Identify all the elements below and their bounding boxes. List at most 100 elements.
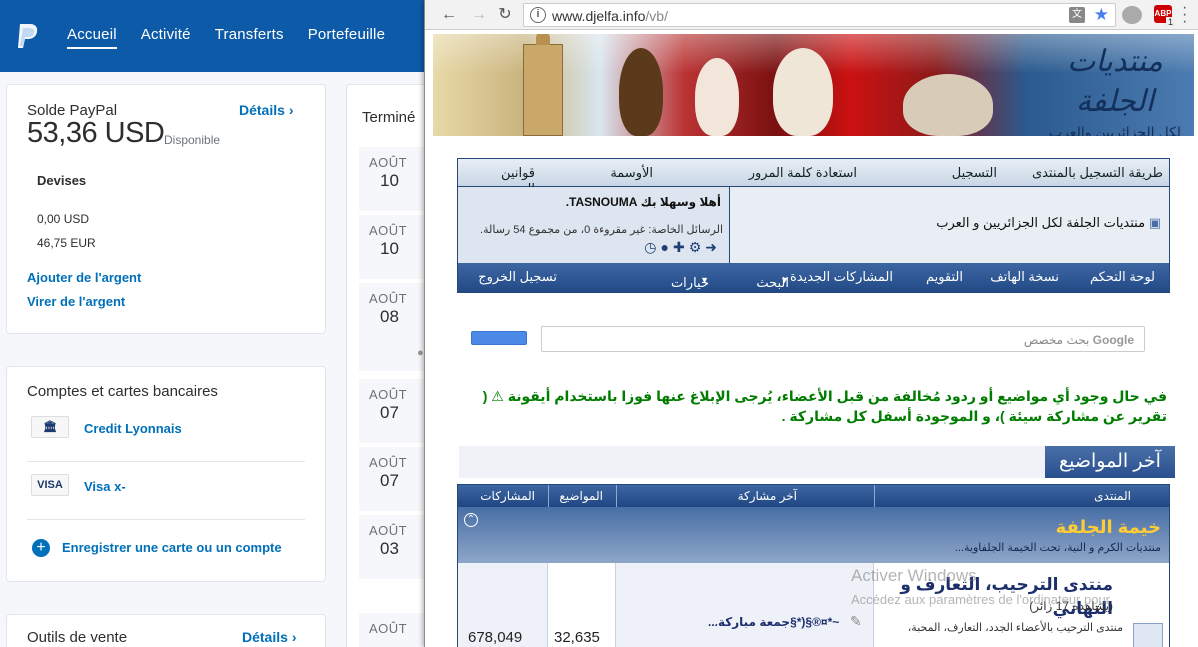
- reload-icon[interactable]: ↻: [495, 5, 515, 25]
- tx-month: AOÛT: [369, 387, 408, 402]
- tx-month: AOÛT: [369, 223, 408, 238]
- divider: [548, 485, 549, 507]
- banner-people-image: [903, 74, 993, 136]
- transactions-title: Terminé: [362, 109, 416, 126]
- category-title[interactable]: خيمة الجلفة: [1056, 517, 1161, 538]
- nav-medals[interactable]: الأوسمة: [610, 165, 653, 181]
- nav-recover-password[interactable]: استعادة كلمة المرور: [749, 165, 857, 181]
- info-icon[interactable]: i: [530, 7, 546, 23]
- bank-icon: 🏛: [31, 416, 69, 438]
- menu-kebab-icon[interactable]: · · ·: [1182, 0, 1187, 30]
- google-search-input[interactable]: Google بحث مخصص: [541, 326, 1145, 352]
- nav-activite[interactable]: Activité: [129, 0, 203, 72]
- activation-watermark-sub: Accédez aux paramètres de l'ordinateur p…: [851, 592, 1111, 607]
- paypal-nav: Accueil Activité Transferts Portefeuille: [55, 0, 397, 72]
- balance-amount: 53,36 USD: [27, 117, 165, 149]
- nav-registration-guide[interactable]: طريقة التسجيل بالمنتدى: [1032, 165, 1163, 181]
- balance-card: Solde PayPal Détails › 53,36 USD Disponi…: [6, 84, 326, 334]
- translate-icon[interactable]: 文: [1069, 7, 1085, 23]
- nav-control-panel[interactable]: لوحة التحكم: [1090, 269, 1155, 285]
- tx-month: AOÛT: [369, 523, 408, 538]
- caret-down-icon: ▼: [700, 275, 709, 285]
- nav-transferts[interactable]: Transferts: [203, 0, 296, 72]
- address-bar[interactable]: i www.djelfa.info/vb/ 文 ★: [523, 3, 1116, 27]
- nav-register[interactable]: التسجيل: [952, 165, 997, 181]
- nav-portefeuille[interactable]: Portefeuille: [296, 0, 397, 72]
- user-action-icons: ◷●✚⚙➜: [644, 239, 721, 256]
- category-subtitle: منتديات الكرم و النية، تحت الخيمة الجلفا…: [954, 542, 1161, 554]
- category-row: ⌃ خيمة الجلفة منتديات الكرم و النية، تحت…: [458, 507, 1169, 563]
- expand-icon[interactable]: ●: [417, 347, 424, 359]
- nav-new-posts[interactable]: المشاركات الجديدة: [790, 269, 893, 285]
- forum-logo[interactable]: منتديات الجلفة لكل الجزائريين والعرب: [1045, 42, 1185, 136]
- browser-window: ← → ↻ i www.djelfa.info/vb/ 文 ★ ABP 1 · ·…: [424, 0, 1198, 647]
- tools-card: Outils de vente Détails ›: [6, 614, 326, 647]
- forum-table: المنتدى آخر مشاركة المواضيع المشاركات ⌃ …: [457, 484, 1170, 647]
- site-name[interactable]: ▣ منتديات الجلفة لكل الجزائريين و العرب: [936, 215, 1161, 231]
- tools-title: Outils de vente: [27, 629, 128, 646]
- currency-eur: 46,75 EUR: [37, 236, 96, 250]
- search-placeholder: Google بحث مخصص: [1023, 333, 1134, 347]
- collapse-icon[interactable]: ⌃: [464, 513, 478, 527]
- balance-available-label: Disponible: [164, 133, 221, 147]
- topics-count: 32,635: [554, 629, 600, 646]
- withdraw-money-link[interactable]: Virer de l'argent: [27, 294, 125, 309]
- paypal-logo-icon[interactable]: [14, 22, 40, 50]
- private-messages-text[interactable]: الرسائل الخاصة: غير مقروءة 0، من مجموع 5…: [480, 223, 723, 236]
- tx-month: AOÛT: [369, 291, 408, 306]
- forum-page: منتديات الجلفة لكل الجزائريين والعرب طري…: [433, 34, 1198, 647]
- nav-mobile[interactable]: نسخة الهاتف: [990, 269, 1059, 285]
- chat-icon[interactable]: ●: [661, 239, 673, 255]
- banner-mosque-image: [523, 34, 563, 136]
- divider: [616, 485, 617, 507]
- tx-day: 07: [380, 471, 399, 490]
- post-icon: ✎: [850, 613, 862, 629]
- bookmark-star-icon[interactable]: ★: [1094, 5, 1109, 25]
- card-row[interactable]: VISA Visa x-: [27, 467, 305, 513]
- forum-nav-table: طريقة التسجيل بالمنتدى التسجيل استعادة ك…: [457, 158, 1170, 306]
- tx-day: 08: [380, 307, 399, 326]
- search-button[interactable]: [471, 331, 527, 345]
- forum-logo-title: منتديات الجلفة: [1067, 44, 1163, 119]
- posts-count: 678,049: [468, 629, 523, 646]
- back-icon[interactable]: ←: [439, 5, 459, 25]
- add-money-link[interactable]: Ajouter de l'argent: [27, 270, 141, 285]
- nav-logout[interactable]: تسجيل الخروج: [478, 269, 557, 285]
- adblock-badge: 1: [1166, 17, 1176, 27]
- accounts-title: Comptes et cartes bancaires: [27, 383, 218, 400]
- tools-details-link[interactable]: Détails ›: [242, 629, 296, 645]
- tx-day: 10: [380, 171, 399, 190]
- accounts-card: Comptes et cartes bancaires 🏛 Credit Lyo…: [6, 366, 326, 582]
- balance-details-link[interactable]: Détails ›: [239, 102, 293, 118]
- forum-top-nav: طريقة التسجيل بالمنتدى التسجيل استعادة ك…: [458, 159, 1169, 196]
- add-card-link[interactable]: Enregistrer une carte ou un compte: [62, 540, 282, 555]
- col-posts: المشاركات: [480, 489, 535, 503]
- visa-card-icon: VISA: [31, 474, 69, 496]
- currencies-title: Devises: [37, 173, 87, 188]
- currency-usd: 0,00 USD: [37, 212, 90, 226]
- nav-accueil[interactable]: Accueil: [55, 0, 129, 72]
- last-post-cell: [616, 563, 874, 647]
- nav-calendar[interactable]: التقويم: [926, 269, 963, 285]
- forum-table-header: المنتدى آخر مشاركة المواضيع المشاركات: [458, 485, 1169, 507]
- last-post-link[interactable]: ~*¤®§(*§جمعة مباركة...: [708, 615, 839, 629]
- banner-man-image: [773, 48, 833, 136]
- plus-icon[interactable]: +: [32, 539, 50, 557]
- logout-icon[interactable]: ➜: [705, 239, 721, 255]
- clock-icon[interactable]: ◷: [644, 239, 660, 255]
- gear-icon[interactable]: ⚙: [689, 239, 706, 255]
- forum-banner: منتديات الجلفة لكل الجزائريين والعرب: [433, 34, 1194, 136]
- bank-account-row[interactable]: 🏛 Credit Lyonnais: [27, 409, 305, 455]
- col-last-post: آخر مشاركة: [737, 489, 797, 503]
- forum-bottom-nav: لوحة التحكم نسخة الهاتف التقويم المشاركا…: [458, 263, 1169, 306]
- forward-icon[interactable]: →: [469, 5, 489, 25]
- extension-cloud-icon[interactable]: [1122, 6, 1142, 24]
- col-topics: المواضيع: [559, 489, 603, 503]
- add-user-icon[interactable]: ✚: [673, 239, 689, 255]
- banner-child-image: [619, 48, 663, 136]
- forum-logo-subtitle: لكل الجزائريين والعرب: [1048, 124, 1182, 136]
- tx-month: AOÛT: [369, 621, 408, 636]
- latest-topics-tab[interactable]: آخر المواضيع: [1045, 446, 1175, 478]
- folder-icon: ▣: [1148, 215, 1161, 230]
- welcome-text[interactable]: أهلا وسهلا بك TASNOUMA.: [566, 195, 721, 209]
